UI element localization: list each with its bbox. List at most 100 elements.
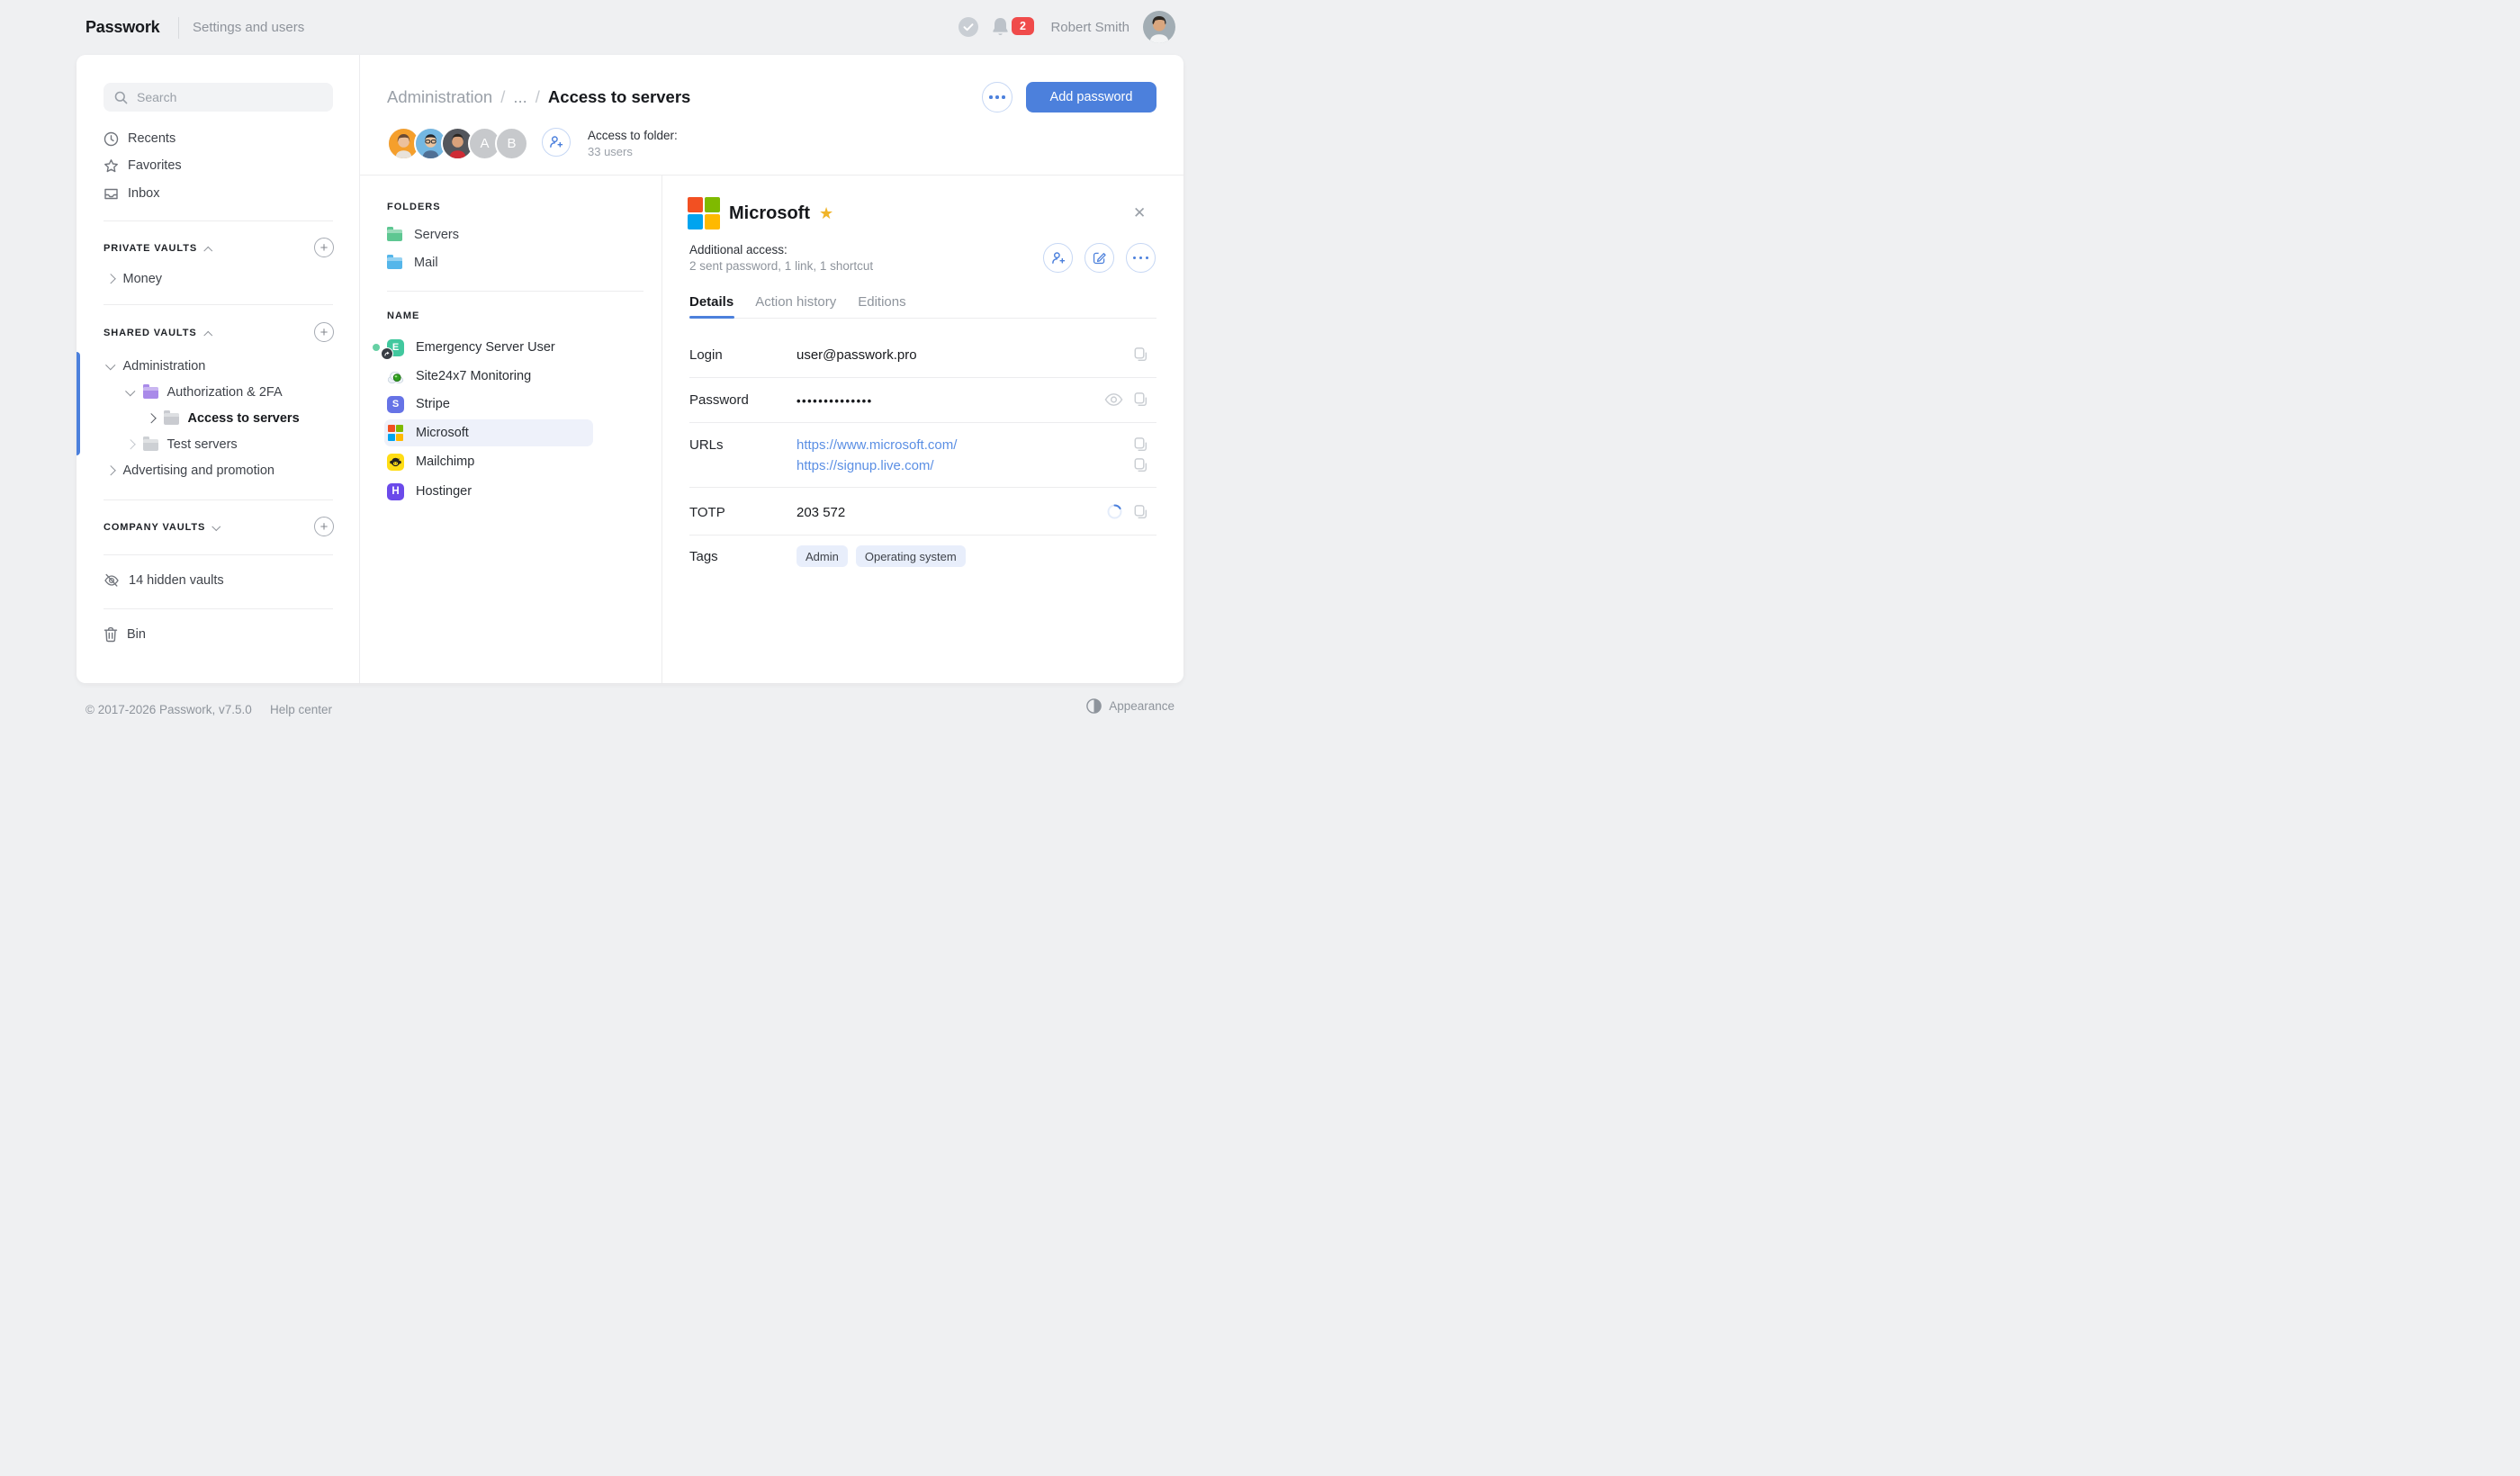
folder-icon bbox=[387, 230, 402, 241]
help-center-link[interactable]: Help center bbox=[270, 703, 332, 716]
sidebar-item-recents[interactable]: Recents bbox=[104, 128, 176, 149]
share-folder-access-button[interactable] bbox=[542, 128, 571, 157]
password-icon-microsoft bbox=[387, 425, 404, 442]
user-name[interactable]: Robert Smith bbox=[1035, 0, 1130, 55]
avatar-initial: B bbox=[495, 127, 528, 160]
folder-more-actions-button[interactable] bbox=[982, 82, 1012, 112]
breadcrumb-root[interactable]: Administration bbox=[387, 87, 492, 107]
chevron-down-icon bbox=[212, 522, 220, 530]
folder-item-mail[interactable]: Mail bbox=[387, 251, 438, 274]
password-item-stripe[interactable]: S Stripe bbox=[384, 391, 593, 418]
tag-chip[interactable]: Admin bbox=[796, 545, 848, 567]
password-item-label: Microsoft bbox=[416, 426, 469, 440]
copy-url-2-icon[interactable] bbox=[1131, 456, 1148, 473]
close-details-icon[interactable]: ✕ bbox=[1133, 204, 1146, 222]
topbar-divider bbox=[178, 17, 179, 39]
shared-vaults-header[interactable]: SHARED VAULTS bbox=[104, 323, 211, 343]
row-divider bbox=[689, 422, 1156, 423]
sidebar-folder-authorization-2fa[interactable]: Authorization & 2FA bbox=[127, 381, 283, 404]
ellipsis-icon bbox=[1133, 256, 1149, 260]
chevron-right-icon bbox=[146, 414, 156, 424]
url-link-2[interactable]: https://signup.live.com/ bbox=[796, 458, 934, 473]
private-vaults-header[interactable]: PRIVATE VAULTS bbox=[104, 238, 212, 258]
folder-label: Mail bbox=[414, 256, 438, 270]
password-item-label: Hostinger bbox=[416, 484, 472, 499]
middle-divider bbox=[387, 291, 644, 292]
sidebar-folder-access-to-servers[interactable]: Access to servers bbox=[148, 407, 300, 430]
sidebar-item-inbox[interactable]: Inbox bbox=[104, 183, 159, 204]
tab-editions[interactable]: Editions bbox=[858, 294, 905, 310]
add-shared-vault-button[interactable]: + bbox=[314, 322, 334, 342]
edit-password-button[interactable] bbox=[1084, 243, 1114, 273]
password-item-hostinger[interactable]: H Hostinger bbox=[384, 478, 593, 505]
chevron-up-icon bbox=[203, 331, 212, 339]
password-value: •••••••••••••• bbox=[796, 394, 873, 408]
copy-password-icon[interactable] bbox=[1131, 391, 1148, 408]
breadcrumb-ellipsis[interactable]: ... bbox=[513, 87, 526, 107]
topbar-section-title: Settings and users bbox=[193, 0, 304, 55]
bell-icon[interactable] bbox=[991, 16, 1010, 38]
password-icon-mailchimp bbox=[387, 454, 404, 471]
copy-login-icon[interactable] bbox=[1131, 346, 1148, 363]
password-item-mailchimp[interactable]: Mailchimp bbox=[384, 448, 593, 475]
tab-action-history[interactable]: Action history bbox=[755, 294, 836, 310]
appearance-icon bbox=[1086, 698, 1102, 714]
folder-label: Test servers bbox=[167, 437, 238, 452]
sidebar-vault-administration[interactable]: Administration bbox=[107, 355, 205, 378]
login-label: Login bbox=[689, 347, 723, 363]
access-to-folder-label: Access to folder: bbox=[588, 129, 678, 142]
share-password-button[interactable] bbox=[1043, 243, 1073, 273]
totp-timer-spinner bbox=[1107, 504, 1122, 519]
folder-item-servers[interactable]: Servers bbox=[387, 223, 459, 247]
password-item-label: Site24x7 Monitoring bbox=[416, 369, 531, 383]
main-card: Recents Favorites Inbox PRIVATE VAULTS +… bbox=[76, 55, 1184, 683]
notification-badge[interactable]: 2 bbox=[1012, 17, 1034, 35]
chevron-down-icon bbox=[105, 360, 115, 370]
copy-totp-icon[interactable] bbox=[1131, 503, 1148, 520]
sidebar-vault-advertising[interactable]: Advertising and promotion bbox=[107, 459, 274, 482]
tag-chip[interactable]: Operating system bbox=[856, 545, 966, 567]
password-more-actions-button[interactable] bbox=[1126, 243, 1156, 273]
password-icon-hostinger: H bbox=[387, 483, 404, 500]
folder-label: Access to servers bbox=[188, 411, 300, 426]
password-item-microsoft[interactable]: Microsoft bbox=[384, 419, 593, 446]
folder-icon bbox=[143, 387, 158, 399]
show-password-icon[interactable] bbox=[1104, 392, 1123, 407]
password-item-emergency-server-user[interactable]: E Emergency Server User bbox=[384, 334, 593, 361]
add-company-vault-button[interactable]: + bbox=[314, 517, 334, 536]
sidebar-vault-money[interactable]: Money bbox=[107, 267, 162, 291]
active-vault-indicator bbox=[76, 352, 80, 455]
add-private-vault-button[interactable]: + bbox=[314, 238, 334, 257]
user-avatar[interactable] bbox=[1143, 11, 1175, 43]
search-icon bbox=[114, 91, 128, 104]
sidebar-divider bbox=[104, 220, 333, 221]
add-password-button[interactable]: Add password bbox=[1026, 82, 1156, 112]
favorite-star-icon[interactable]: ★ bbox=[819, 204, 833, 223]
breadcrumb-separator: / bbox=[527, 87, 548, 107]
url-link-1[interactable]: https://www.microsoft.com/ bbox=[796, 437, 957, 453]
section-title: COMPANY VAULTS bbox=[104, 522, 205, 533]
chevron-right-icon bbox=[125, 440, 135, 450]
password-item-site24x7[interactable]: Site24x7 Monitoring bbox=[384, 363, 593, 390]
access-users-count[interactable]: 33 users bbox=[588, 145, 633, 158]
hidden-vaults-item[interactable]: 14 hidden vaults bbox=[104, 570, 224, 591]
search-input-wrapper[interactable] bbox=[104, 83, 333, 112]
sidebar-item-bin[interactable]: Bin bbox=[104, 624, 146, 645]
row-divider bbox=[689, 487, 1156, 488]
sync-status-icon[interactable] bbox=[958, 17, 978, 37]
search-input[interactable] bbox=[135, 89, 319, 105]
name-section-title: NAME bbox=[387, 310, 419, 321]
ellipsis-icon bbox=[989, 95, 1005, 99]
sidebar-folder-test-servers[interactable]: Test servers bbox=[127, 433, 238, 456]
folder-access-avatars[interactable]: A B bbox=[387, 127, 528, 160]
top-bar: Passwork Settings and users 2 Robert Smi… bbox=[0, 0, 1260, 55]
folders-section-title: FOLDERS bbox=[387, 202, 441, 212]
folder-label: Authorization & 2FA bbox=[167, 385, 283, 400]
user-plus-icon bbox=[1050, 250, 1066, 266]
copy-url-1-icon[interactable] bbox=[1131, 436, 1148, 453]
sidebar-item-favorites[interactable]: Favorites bbox=[104, 155, 182, 176]
chevron-right-icon bbox=[105, 274, 115, 284]
appearance-toggle[interactable]: Appearance bbox=[1086, 698, 1174, 714]
tab-details[interactable]: Details bbox=[689, 294, 734, 310]
company-vaults-header[interactable]: COMPANY VAULTS bbox=[104, 518, 220, 537]
